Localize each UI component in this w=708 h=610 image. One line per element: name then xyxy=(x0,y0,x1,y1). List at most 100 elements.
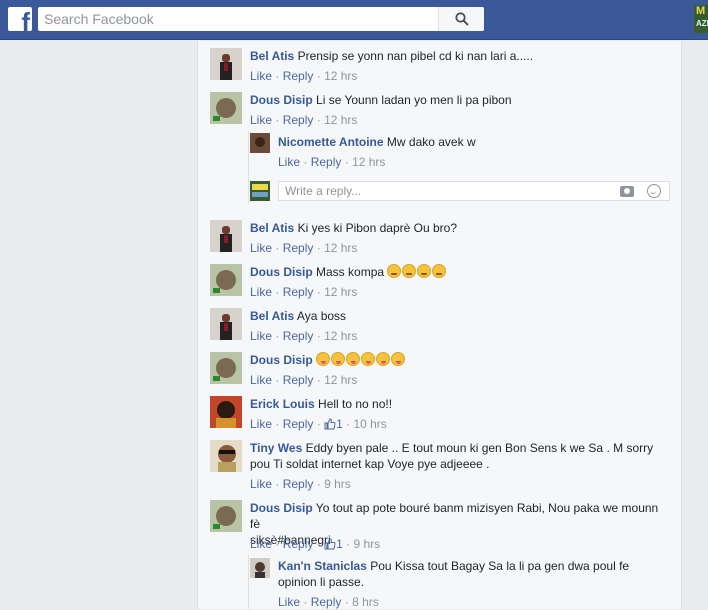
thumbs-up-icon[interactable] xyxy=(324,418,336,430)
like-link[interactable]: Like xyxy=(250,329,272,343)
reply-link[interactable]: Reply xyxy=(283,329,314,343)
comment-author[interactable]: Bel Atis xyxy=(250,309,294,323)
comments-panel: Bel Atis Prensip se yonn nan pibel cd ki… xyxy=(197,41,682,609)
comment-actions: Like · Reply · 12 hrs xyxy=(250,329,358,343)
comment-author[interactable]: Dous Disip xyxy=(250,353,313,367)
reply-thread-line xyxy=(248,555,249,609)
like-link[interactable]: Like xyxy=(278,155,300,169)
like-count[interactable]: 1 xyxy=(336,537,343,551)
comment-author[interactable]: Dous Disip xyxy=(250,265,313,279)
reply-link[interactable]: Reply xyxy=(283,373,314,387)
timestamp[interactable]: 10 hrs xyxy=(353,417,386,431)
reply-link[interactable]: Reply xyxy=(283,69,314,83)
comment-actions: Like · Reply · 12 hrs xyxy=(250,241,358,255)
avatar[interactable] xyxy=(210,92,242,124)
like-link[interactable]: Like xyxy=(250,477,272,491)
like-link[interactable]: Like xyxy=(250,285,272,299)
comment-text: Dous Disip Li se Younn ladan yo men li p… xyxy=(250,93,512,107)
comment-actions: Like · Reply · 12 hrs xyxy=(250,285,358,299)
comment-author[interactable]: Bel Atis xyxy=(250,221,294,235)
emoji-icon xyxy=(402,264,417,278)
timestamp[interactable]: 12 hrs xyxy=(324,285,357,299)
comment-text: Bel Atis Prensip se yonn nan pibel cd ki… xyxy=(250,49,534,63)
comment-text: Erick Louis Hell to no no!! xyxy=(250,397,393,411)
comment-author[interactable]: Bel Atis xyxy=(250,49,294,63)
avatar[interactable] xyxy=(210,48,242,80)
reply-link[interactable]: Reply xyxy=(311,155,342,169)
emoji-icon xyxy=(361,352,376,366)
timestamp[interactable]: 12 hrs xyxy=(352,155,385,169)
comment-author[interactable]: Dous Disip xyxy=(250,93,313,107)
emoji-icon xyxy=(432,264,447,278)
avatar[interactable] xyxy=(210,500,242,532)
facebook-logo-icon[interactable]: f xyxy=(8,7,32,31)
comment-text: Dous Disip Mass kompa xyxy=(250,264,447,280)
thumbs-up-icon[interactable] xyxy=(324,538,336,550)
comment-text: Bel Atis Ki yes ki Pibon daprè Ou bro? xyxy=(250,221,457,235)
search-input[interactable] xyxy=(38,7,438,31)
timestamp[interactable]: 12 hrs xyxy=(324,373,357,387)
avatar[interactable] xyxy=(210,352,242,384)
comment-text: Dous Disip xyxy=(250,352,406,368)
reply-link[interactable]: Reply xyxy=(283,241,314,255)
comment-author[interactable]: Nicomette Antoine xyxy=(278,135,384,149)
timestamp[interactable]: 12 hrs xyxy=(324,329,357,343)
emoji-icon xyxy=(346,352,361,366)
emoji-icon xyxy=(376,352,391,366)
camera-icon[interactable] xyxy=(619,186,634,197)
avatar[interactable] xyxy=(210,396,242,428)
like-count[interactable]: 1 xyxy=(336,417,343,431)
like-link[interactable]: Like xyxy=(250,373,272,387)
profile-avatar[interactable]: M AZI xyxy=(694,5,708,33)
current-user-avatar xyxy=(250,181,270,201)
avatar[interactable] xyxy=(250,558,270,578)
reply-link[interactable]: Reply xyxy=(283,417,314,431)
timestamp[interactable]: 8 hrs xyxy=(352,595,379,609)
emoji-icon[interactable] xyxy=(647,184,661,198)
reply-link[interactable]: Reply xyxy=(283,477,314,491)
reply-input-icons xyxy=(610,184,661,200)
timestamp[interactable]: 12 hrs xyxy=(324,69,357,83)
avatar[interactable] xyxy=(210,264,242,296)
comment-author[interactable]: Kan'n Staniclas xyxy=(278,559,367,573)
comment-actions: Like · Reply · 12 hrs xyxy=(278,155,386,169)
like-link[interactable]: Like xyxy=(278,595,300,609)
emoji-icon xyxy=(387,264,402,278)
timestamp[interactable]: 12 hrs xyxy=(324,241,357,255)
comment-text: Kan'n Staniclas Pou Kissa tout Bagay Sa … xyxy=(278,559,630,589)
like-link[interactable]: Like xyxy=(250,241,272,255)
reply-link[interactable]: Reply xyxy=(311,595,342,609)
comment-author[interactable]: Erick Louis xyxy=(250,397,315,411)
top-navigation-bar: f M AZI xyxy=(0,0,708,40)
timestamp[interactable]: 9 hrs xyxy=(324,477,351,491)
search-button[interactable] xyxy=(438,7,484,31)
comment-text: Nicomette Antoine Mw dako avek w xyxy=(278,135,476,149)
comment-author[interactable]: Dous Disip xyxy=(250,501,313,515)
like-link[interactable]: Like xyxy=(250,537,272,551)
comment-actions: Like · Reply · 9 hrs xyxy=(250,477,351,491)
like-link[interactable]: Like xyxy=(250,417,272,431)
like-link[interactable]: Like xyxy=(250,113,272,127)
comment-actions: Like · Reply · 12 hrs xyxy=(250,373,358,387)
comment-actions: Like · Reply · 12 hrs xyxy=(250,69,358,83)
timestamp[interactable]: 12 hrs xyxy=(324,113,357,127)
like-link[interactable]: Like xyxy=(250,69,272,83)
comment-author[interactable]: Tiny Wes xyxy=(250,441,302,455)
reply-input[interactable] xyxy=(279,182,609,200)
reply-thread-line xyxy=(248,131,249,203)
avatar[interactable] xyxy=(210,308,242,340)
search-bar xyxy=(38,7,484,31)
emoji-icon xyxy=(391,352,406,366)
comment-actions: Like · Reply · 1 · 9 hrs xyxy=(250,537,381,551)
avatar[interactable] xyxy=(210,440,242,472)
emoji-icon xyxy=(417,264,432,278)
emoji-icon xyxy=(316,352,331,366)
avatar[interactable] xyxy=(250,133,270,153)
avatar[interactable] xyxy=(210,220,242,252)
reply-link[interactable]: Reply xyxy=(283,285,314,299)
reply-link[interactable]: Reply xyxy=(283,113,314,127)
reply-link[interactable]: Reply xyxy=(283,537,314,551)
comment-text: Bel Atis Aya boss xyxy=(250,309,347,323)
reply-input-box xyxy=(278,181,670,201)
timestamp[interactable]: 9 hrs xyxy=(353,537,380,551)
